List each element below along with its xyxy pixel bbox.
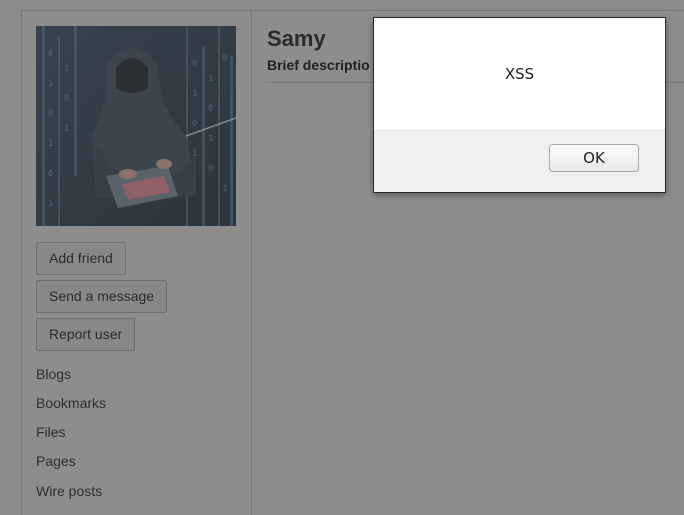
page-overlay: 010 101 101 010 110 100 1 Add friend Sen… [0, 0, 684, 515]
sidebar-link-wire-posts[interactable]: Wire posts [36, 482, 102, 500]
alert-message: XSS [504, 65, 535, 83]
profile-name: Samy [267, 26, 326, 51]
brief-description-label: Brief descriptio [267, 57, 370, 73]
sidebar-link-files[interactable]: Files [36, 423, 66, 441]
sidebar-link-pages[interactable]: Pages [36, 452, 76, 470]
sidebar-link-bookmarks[interactable]: Bookmarks [36, 394, 106, 412]
add-friend-button[interactable]: Add friend [36, 242, 126, 275]
profile-sidebar: 010 101 101 010 110 100 1 Add friend Sen… [22, 11, 252, 515]
alert-dialog-body: XSS [374, 18, 665, 131]
avatar-image: 010 101 101 010 110 100 1 [36, 26, 236, 226]
alert-dialog-footer: OK [374, 130, 665, 192]
report-user-button[interactable]: Report user [36, 318, 136, 351]
avatar[interactable]: 010 101 101 010 110 100 1 [36, 26, 236, 226]
sidebar-link-blogs[interactable]: Blogs [36, 365, 71, 383]
alert-dialog: XSS OK [373, 17, 666, 193]
send-message-button[interactable]: Send a message [36, 280, 168, 313]
ok-button[interactable]: OK [549, 144, 639, 172]
